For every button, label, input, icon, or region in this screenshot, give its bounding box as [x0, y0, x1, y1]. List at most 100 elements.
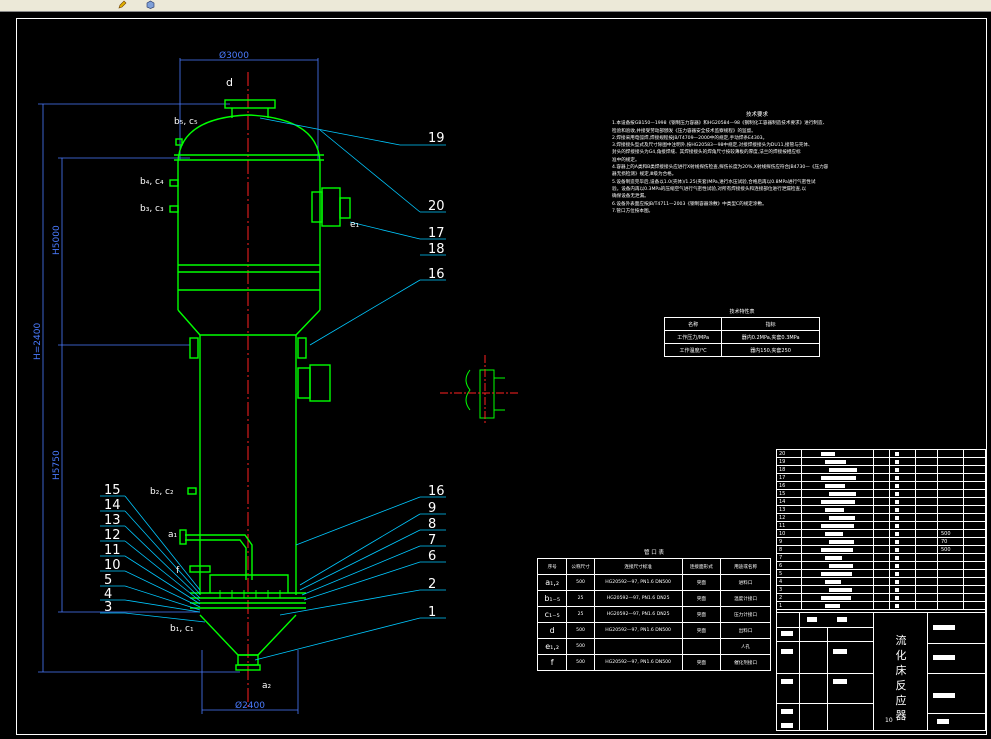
parts-list-row: 9	[777, 538, 985, 546]
parts-list-text-block	[821, 572, 852, 576]
nozzle-table-cell: f	[536, 654, 568, 671]
parts-list-text-block	[821, 548, 853, 552]
nozzle-table-row: b₁₋₅ 25 HG20592—97, PN1.6 DN25 突面 温度计接口	[536, 590, 771, 607]
parts-list-row: 11	[777, 522, 985, 530]
parts-list-row: 12	[777, 514, 985, 522]
parts-list-number: 14	[779, 499, 786, 505]
nozzle-table-cell	[681, 638, 722, 655]
parts-list-text-block	[825, 556, 842, 560]
tech-req-line: 2.焊接采用电弧焊,焊接规程按JB/T4709—2000中的规定,手动焊条E43…	[612, 135, 768, 141]
parts-list-text-block	[895, 596, 899, 600]
parts-list-number: 12	[779, 515, 786, 521]
parts-list-text-block	[895, 516, 899, 520]
nozzle-table-cell: 500	[566, 654, 595, 671]
parts-list-text-block	[821, 500, 855, 504]
drawing-title-char: 化	[895, 649, 907, 662]
nozzle-table-row: c₁₋₅ 25 HG20592—97, PN1.6 DN25 突面 压力计接口	[536, 606, 771, 623]
svg-text:2: 2	[428, 577, 436, 592]
nozzle-table-cell: HG20592—97, PN1.6 DN25	[593, 606, 683, 623]
dim-height-upper: H5000	[52, 225, 62, 255]
parts-list-text-block	[829, 516, 855, 520]
nozzle-labels: d b₅, c₅ b₄, c₄ b₃, c₃ e₁ b₂, c₂ a₁ f b₁…	[140, 76, 360, 691]
tech-req-line: 确保设备无泄漏。	[612, 194, 649, 200]
tech-char-table: 技术特性表 名称 指标 工作压力/MPa 器内0.2MPa,夹套0.3MPa 工作温度/…	[663, 308, 820, 357]
tech-req-line: 检验和验收,并接受劳动部颁发《压力容器安全技术监察规程》的监督。	[612, 128, 756, 134]
dim-height-lower: H5750	[52, 450, 62, 480]
parts-list-text-block	[829, 492, 856, 496]
nozzle-table-cell: 出料口	[720, 622, 771, 639]
vessel-body	[169, 99, 351, 671]
parts-list-row: 10	[777, 530, 985, 538]
tech-char-cell: 指标	[721, 317, 820, 331]
nozzle-table-cell: 500	[566, 638, 595, 655]
parts-list-number: 18	[779, 467, 786, 473]
nozzle-table-cell: 压力计接口	[720, 606, 771, 623]
parts-list-number: 15	[779, 491, 786, 497]
cube-icon[interactable]	[146, 0, 155, 9]
nozzle-table-cell: 连接尺寸标准	[593, 558, 683, 575]
parts-list-text-block	[825, 580, 841, 584]
parts-list-text-block	[825, 508, 844, 512]
tech-req-line: 封头的焊接接头为G4,角接焊缝、其焊接接头的焊角尺寸按较薄板的厚度,法兰的焊接按…	[612, 150, 801, 156]
parts-list-row: 8	[777, 546, 985, 554]
svg-text:a₂: a₂	[262, 681, 272, 691]
drawing-title: 流化床反应器	[891, 633, 911, 723]
parts-list-row: 7	[777, 554, 985, 562]
nozzle-table-cell: 突面	[681, 654, 722, 671]
parts-list-text-block	[895, 564, 899, 568]
parts-list-text-block	[821, 596, 851, 600]
drawing-title-char: 应	[895, 694, 907, 707]
svg-text:17: 17	[428, 226, 445, 241]
drawing-title-char: 流	[895, 634, 907, 647]
toolbar	[0, 0, 991, 12]
nozzle-table-cell: 人孔	[720, 638, 771, 655]
svg-text:9: 9	[428, 501, 436, 516]
parts-list-text-block	[895, 556, 899, 560]
parts-list-number: 13	[779, 507, 786, 513]
parts-list-text-block	[895, 588, 899, 592]
pencil-icon[interactable]	[118, 0, 127, 9]
tech-requirements: 技术要求 1.本设备按GB150—1998《钢制压力容器》和HG20584—98…	[612, 112, 902, 215]
tech-req-line: 4.容器上的A类和B类焊接接头应进行X射线探伤检查,探伤长度为20%,X射线探伤…	[612, 165, 829, 171]
parts-list-text-block	[895, 524, 899, 528]
svg-text:14: 14	[104, 498, 121, 513]
parts-list-text-block	[895, 484, 899, 488]
svg-text:6: 6	[428, 549, 436, 564]
parts-list-number: 6	[779, 563, 783, 569]
tech-char-cell: 工作压力/MPa	[663, 330, 723, 344]
nozzle-table-cell: 500	[566, 622, 595, 639]
parts-list-number: 11	[779, 523, 786, 529]
parts-list-text-block	[895, 468, 899, 472]
tech-char-title: 技术特性表	[729, 309, 755, 315]
nozzle-table-cell: HG20592—97, PN1.6 DN25	[593, 590, 683, 607]
drawing-title-char: 器	[895, 709, 907, 722]
nozzle-table-cell: c₁₋₅	[536, 606, 568, 623]
nozzle-table-cell: HG20592—97, PN1.6 DN500	[593, 622, 683, 639]
tech-char-cell: 工作温度/℃	[663, 343, 723, 357]
svg-text:15: 15	[104, 483, 121, 498]
part-numbers-right: 19 20 17 18 16 16 9 8 7 6 2 1	[428, 131, 445, 620]
parts-list-row: 16	[777, 482, 985, 490]
tech-char-cell: 器内150,夹套250	[721, 343, 820, 357]
nozzle-table-cell: 突面	[681, 606, 722, 623]
svg-text:18: 18	[428, 242, 445, 257]
svg-text:5: 5	[104, 573, 112, 588]
tech-req-line: 6.设备外表面应按JB/T4711—2003《钢制容器涂敷》中类型C的规定涂敷。	[612, 201, 767, 207]
dim-bottom-width: Ø2400	[235, 700, 265, 711]
parts-list-row: 1	[777, 602, 985, 610]
parts-list-number: 16	[779, 483, 786, 489]
parts-list-number: 8	[779, 547, 783, 553]
parts-list-number: 10	[779, 531, 786, 537]
cad-canvas[interactable]: Ø3000 Ø2400 H=2400 H5000 H5750 19 20 17 …	[0, 12, 991, 739]
tech-req-line: 准中的规定。	[612, 157, 640, 163]
parts-list-number: 4	[779, 579, 783, 585]
parts-list-text-block	[895, 540, 899, 544]
svg-text:1: 1	[428, 605, 436, 620]
svg-text:7: 7	[428, 533, 436, 548]
svg-text:d: d	[226, 76, 233, 89]
svg-text:16: 16	[428, 484, 445, 499]
parts-list-row: 4	[777, 578, 985, 586]
parts-list-text-block	[895, 548, 899, 552]
parts-list-row: 2	[777, 594, 985, 602]
parts-list-number: 1	[779, 603, 783, 609]
